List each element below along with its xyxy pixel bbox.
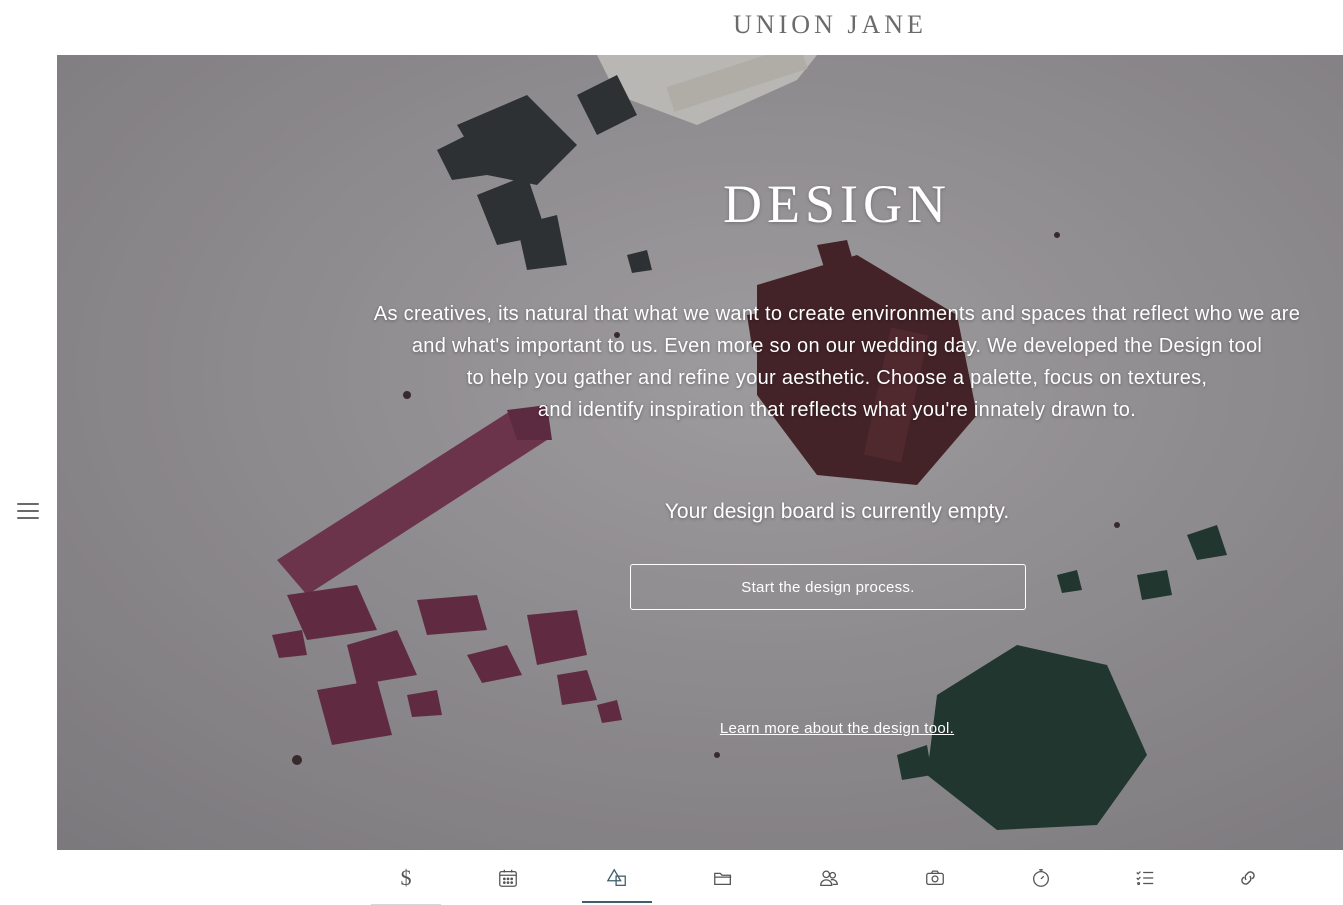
stopwatch-icon (1033, 868, 1049, 887)
people-icon (820, 869, 838, 886)
description-line: and what's important to us. Even more so… (411, 335, 1263, 357)
description-line: to help you gather and refine your aesth… (466, 367, 1208, 389)
folder-icon (714, 872, 732, 885)
nav-links[interactable] (1213, 850, 1283, 905)
start-design-button[interactable]: Start the design process. (630, 564, 1026, 610)
link-icon (1241, 870, 1255, 885)
brand-logo[interactable]: UNION JANE (0, 10, 1343, 40)
dollar-icon: $ (400, 864, 412, 890)
nav-calendar[interactable] (473, 850, 543, 905)
learn-more-link[interactable]: Learn more about the design tool. (337, 720, 1337, 737)
nav-photos[interactable] (900, 850, 970, 905)
description-line: and identify inspiration that reflects w… (537, 399, 1137, 421)
nav-guests[interactable] (794, 850, 864, 905)
design-shapes-icon (606, 867, 626, 886)
empty-board-message: Your design board is currently empty. (664, 500, 1010, 523)
hero-description: As creatives, its natural that what we w… (337, 298, 1337, 426)
bottom-nav: $ (0, 850, 1343, 905)
nav-design[interactable] (582, 850, 652, 905)
description-line: As creatives, its natural that what we w… (373, 303, 1301, 325)
nav-budget[interactable]: $ (371, 850, 441, 905)
calendar-icon (499, 869, 517, 887)
nav-timeline[interactable] (1006, 850, 1076, 905)
nav-checklist[interactable] (1110, 850, 1180, 905)
nav-files[interactable] (688, 850, 758, 905)
camera-icon (926, 869, 944, 885)
hamburger-menu-icon[interactable] (17, 503, 39, 521)
left-rail (0, 55, 57, 850)
checklist-icon (1136, 870, 1154, 885)
design-hero: DESIGN As creatives, its natural that wh… (57, 55, 1343, 850)
page-title: DESIGN (723, 174, 951, 234)
